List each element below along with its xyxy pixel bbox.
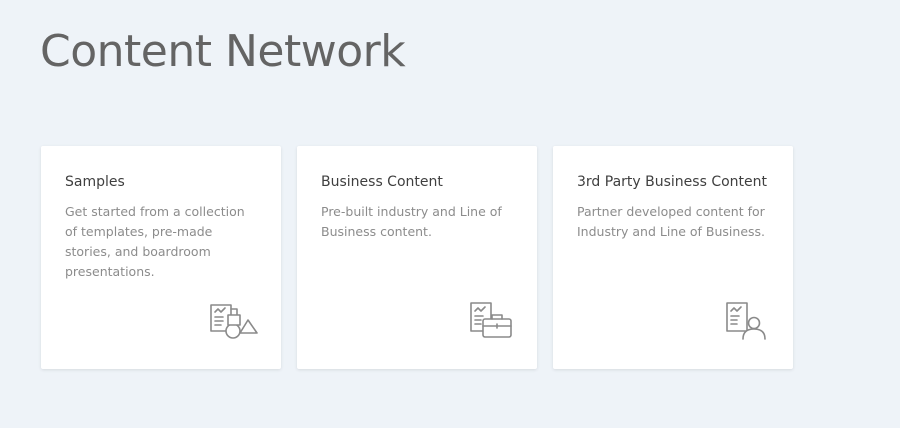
content-cards: Samples Get started from a collection of… bbox=[41, 146, 793, 369]
document-person-icon bbox=[721, 301, 773, 341]
document-briefcase-icon bbox=[465, 301, 517, 341]
card-title: Business Content bbox=[321, 174, 443, 190]
card-title: 3rd Party Business Content bbox=[577, 174, 767, 190]
document-shapes-icon bbox=[209, 301, 261, 341]
card-business-content[interactable]: Business Content Pre-built industry and … bbox=[297, 146, 537, 369]
card-description: Partner developed content for Industry a… bbox=[577, 204, 766, 239]
card-title: Samples bbox=[65, 174, 125, 190]
card-samples[interactable]: Samples Get started from a collection of… bbox=[41, 146, 281, 369]
card-description: Pre-built industry and Line of Business … bbox=[321, 204, 502, 239]
page-title: Content Network bbox=[40, 26, 406, 77]
card-3rd-party-business-content[interactable]: 3rd Party Business Content Partner devel… bbox=[553, 146, 793, 369]
card-description: Get started from a collection of templat… bbox=[65, 204, 245, 279]
